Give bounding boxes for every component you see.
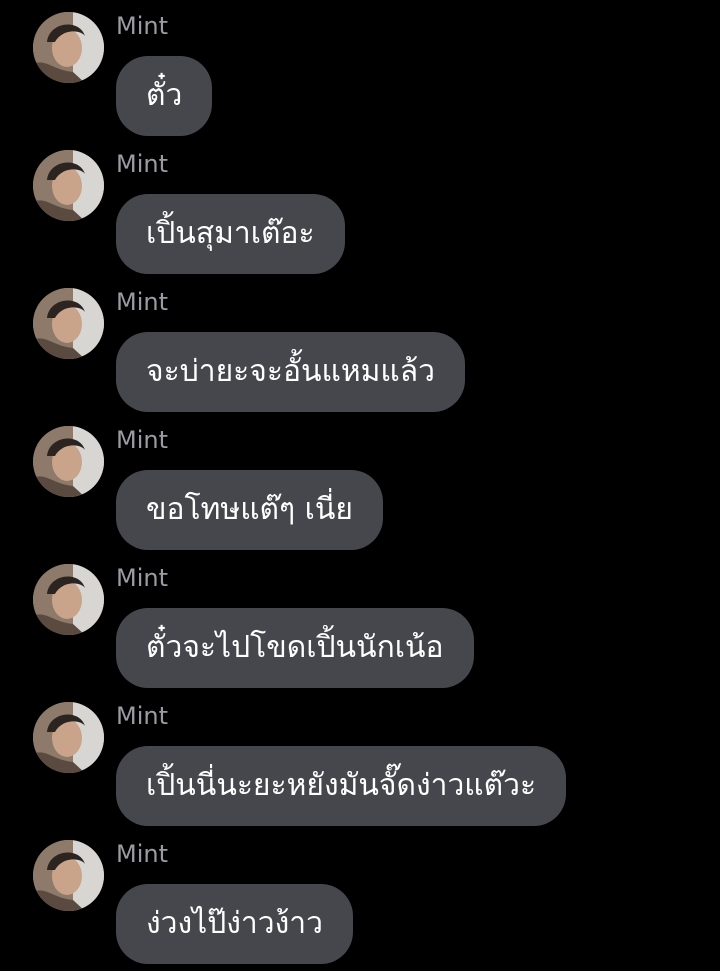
avatar[interactable] (33, 12, 104, 83)
message-row: Mint ง่วงไป๊ง่าวง้าว (0, 828, 720, 966)
message-bubble[interactable]: ขอโทษแต๊ๆ เนี่ย (116, 470, 383, 550)
message-bubble[interactable]: ตั๋ว (116, 56, 213, 136)
avatar-photo-icon (33, 150, 104, 221)
sender-name: Mint (116, 12, 168, 40)
sender-name: Mint (116, 150, 168, 178)
message-bubble[interactable]: เปิ้นนี่นะยะหยังมันจั๊ดง่าวแต๊วะ (116, 746, 567, 826)
avatar-photo-icon (33, 426, 104, 497)
message-bubble[interactable]: จะบ่ายะจะอั้นแหมแล้ว (116, 332, 465, 412)
sender-name: Mint (116, 288, 168, 316)
sender-name: Mint (116, 840, 168, 868)
message-bubble[interactable]: เปิ้นสุมาเต๊อะ (116, 194, 345, 274)
avatar-photo-icon (33, 288, 104, 359)
avatar-photo-icon (33, 840, 104, 911)
message-row: Mint ตั๋ว (0, 0, 720, 138)
message-row: Mint ขอโทษแต๊ๆ เนี่ย (0, 414, 720, 552)
avatar-photo-icon (33, 702, 104, 773)
avatar[interactable] (33, 150, 104, 221)
message-row: Mint จะบ่ายะจะอั้นแหมแล้ว (0, 276, 720, 414)
avatar[interactable] (33, 840, 104, 911)
avatar-photo-icon (33, 564, 104, 635)
message-row: Mint ตั๋วจะไปโขดเปิ้นนักเน้อ (0, 552, 720, 690)
sender-name: Mint (116, 564, 168, 592)
avatar[interactable] (33, 702, 104, 773)
avatar[interactable] (33, 564, 104, 635)
chat-thread: Mint ตั๋ว Mint เปิ้นสุมาเต๊อะ Mint จะบ่า… (0, 0, 720, 971)
sender-name: Mint (116, 702, 168, 730)
message-row: Mint เปิ้นนี่นะยะหยังมันจั๊ดง่าวแต๊วะ (0, 690, 720, 828)
message-bubble[interactable]: ตั๋วจะไปโขดเปิ้นนักเน้อ (116, 608, 474, 688)
avatar-photo-icon (33, 12, 104, 83)
message-bubble[interactable]: ง่วงไป๊ง่าวง้าว (116, 884, 353, 964)
avatar[interactable] (33, 426, 104, 497)
message-row: Mint เปิ้นสุมาเต๊อะ (0, 138, 720, 276)
sender-name: Mint (116, 426, 168, 454)
avatar[interactable] (33, 288, 104, 359)
